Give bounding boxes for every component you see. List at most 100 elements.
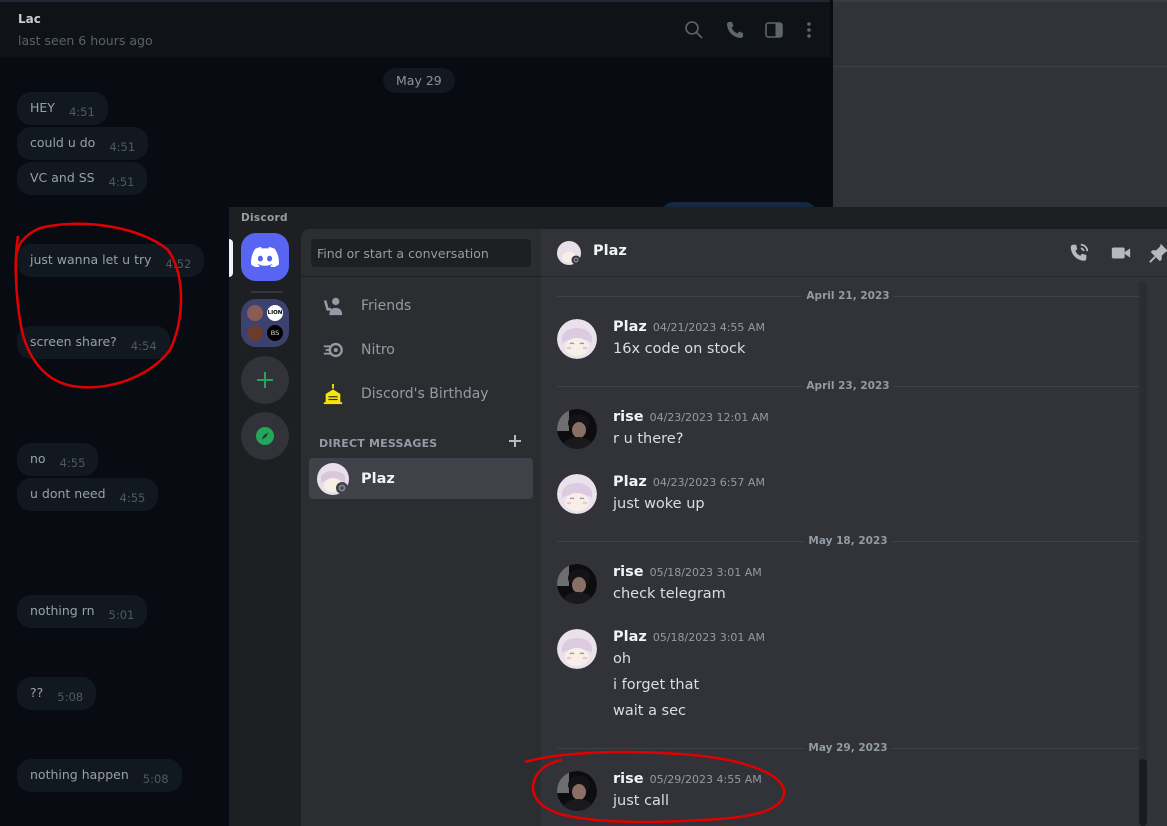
date-divider-label: April 21, 2023 xyxy=(802,290,894,303)
message-text: HEY xyxy=(30,100,55,115)
date-divider: April 21, 2023 xyxy=(557,290,1139,303)
author-name[interactable]: Plaz 04/23/2023 6:57 AM xyxy=(613,474,765,490)
message-bubble[interactable]: screen share? 4:54 xyxy=(17,326,170,359)
message-text: just wanna let u try xyxy=(30,252,152,267)
author-name[interactable]: rise 05/29/2023 4:55 AM xyxy=(613,771,762,787)
chat-header: Plaz xyxy=(541,229,1167,277)
scrollbar-track[interactable] xyxy=(1139,281,1147,826)
message-bubble[interactable]: nothing happen 5:08 xyxy=(17,759,182,792)
compass-icon[interactable] xyxy=(241,412,289,460)
message-timestamp: 04/21/2023 4:55 AM xyxy=(652,321,765,334)
contact-name[interactable]: Lac xyxy=(18,12,41,26)
contact-status: last seen 6 hours ago xyxy=(18,33,153,48)
message-bubble[interactable]: nothing rn 5:01 xyxy=(17,595,148,628)
message-text: no xyxy=(30,451,46,466)
nav-label: Nitro xyxy=(361,342,395,358)
date-divider-label: May 29, 2023 xyxy=(804,742,892,755)
message-text: nothing happen xyxy=(30,767,129,782)
message-text: just woke up xyxy=(613,496,705,512)
window-title: Discord xyxy=(241,212,288,224)
message-time: 4:55 xyxy=(119,491,146,505)
message-timestamp: 04/23/2023 6:57 AM xyxy=(652,476,765,489)
message-bubble[interactable]: ?? 5:08 xyxy=(17,677,97,710)
date-divider-label: May 18, 2023 xyxy=(804,535,892,548)
nav-friends[interactable]: Friends xyxy=(309,285,533,327)
server-icon[interactable] xyxy=(247,305,263,321)
recipient-name[interactable]: Plaz xyxy=(593,243,627,259)
author-avatar[interactable] xyxy=(557,409,597,449)
message-timestamp: 05/18/2023 3:01 AM xyxy=(652,631,765,644)
author-name[interactable]: Plaz 04/21/2023 4:55 AM xyxy=(613,319,765,335)
message-time: 4:51 xyxy=(68,105,95,119)
message-text: just call xyxy=(613,793,669,809)
nav-nitro[interactable]: Nitro xyxy=(309,329,533,371)
message-text: check telegram xyxy=(613,586,726,602)
date-divider: May 18, 2023 xyxy=(557,535,1139,548)
message-text: ?? xyxy=(30,685,44,700)
message-time: 5:08 xyxy=(142,772,169,786)
server-icon[interactable]: LION xyxy=(267,305,283,321)
author-avatar[interactable] xyxy=(557,564,597,604)
search-bar-container xyxy=(301,229,541,277)
author-avatar[interactable] xyxy=(557,771,597,811)
search-input[interactable] xyxy=(311,239,531,267)
message-bubble[interactable]: just wanna let u try 4:52 xyxy=(17,244,205,277)
discord-logo-icon[interactable] xyxy=(241,233,289,281)
message-time: 4:55 xyxy=(59,456,86,470)
nav-discord-birthday[interactable]: Discord's Birthday xyxy=(309,373,533,415)
background-window xyxy=(833,0,1167,207)
message-bubble[interactable]: no 4:55 xyxy=(17,443,99,476)
message-text: wait a sec xyxy=(613,703,687,719)
friends-icon xyxy=(321,294,345,318)
pin-icon[interactable] xyxy=(1148,242,1167,264)
author-name[interactable]: Plaz 05/18/2023 3:01 AM xyxy=(613,629,765,645)
author-name[interactable]: rise 04/23/2023 12:01 AM xyxy=(613,409,769,425)
message-bubble[interactable]: HEY 4:51 xyxy=(17,92,108,125)
chat-panel: Plaz April 21, 2023 Plaz 04/21/2023 4:55 … xyxy=(541,229,1167,826)
message-timestamp: 05/18/2023 3:01 AM xyxy=(649,566,762,579)
plus-icon[interactable] xyxy=(241,356,289,404)
message-text: nothing rn xyxy=(30,603,95,618)
message-bubble[interactable]: VC and SS 4:51 xyxy=(17,162,148,195)
message-time: 4:51 xyxy=(109,140,136,154)
nav-label: Friends xyxy=(361,298,412,314)
author-avatar[interactable] xyxy=(557,319,597,359)
telegram-chat-header: Lac last seen 6 hours ago xyxy=(0,2,833,58)
direct-messages-header: DIRECT MESSAGES xyxy=(319,437,438,450)
voice-call-icon[interactable] xyxy=(1068,242,1090,264)
message-time: 5:01 xyxy=(108,608,135,622)
search-icon[interactable] xyxy=(684,20,704,40)
dm-item-plaz[interactable]: Plaz xyxy=(309,458,533,499)
divider xyxy=(833,66,1167,67)
server-list: LION BS xyxy=(229,229,301,826)
message-text: screen share? xyxy=(30,334,117,349)
more-vertical-icon[interactable] xyxy=(799,20,819,40)
server-icon[interactable] xyxy=(247,325,263,341)
message-text: r u there? xyxy=(613,431,684,447)
create-dm-button[interactable] xyxy=(507,433,523,449)
author-avatar[interactable] xyxy=(557,474,597,514)
date-divider: April 23, 2023 xyxy=(557,380,1139,393)
server-icon[interactable]: BS xyxy=(267,325,283,341)
dm-name: Plaz xyxy=(361,470,395,487)
message-text: VC and SS xyxy=(30,170,95,185)
message-timestamp: 04/23/2023 12:01 AM xyxy=(649,411,769,424)
message-text: oh xyxy=(613,651,632,667)
sidebar-toggle-icon[interactable] xyxy=(764,20,784,40)
separator xyxy=(251,291,283,293)
message-text: 16x code on stock xyxy=(613,341,746,357)
message-text: i forget that xyxy=(613,677,700,693)
author-avatar[interactable] xyxy=(557,629,597,669)
recipient-avatar[interactable] xyxy=(557,241,581,265)
phone-icon[interactable] xyxy=(725,20,745,40)
video-call-icon[interactable] xyxy=(1110,242,1132,264)
author-name[interactable]: rise 05/18/2023 3:01 AM xyxy=(613,564,762,580)
message-timestamp: 05/29/2023 4:55 AM xyxy=(649,773,762,786)
message-bubble[interactable]: could u do 4:51 xyxy=(17,127,149,160)
server-folder[interactable]: LION BS xyxy=(241,299,289,347)
scrollbar-thumb[interactable] xyxy=(1139,759,1147,826)
date-badge: May 29 xyxy=(383,68,455,93)
avatar xyxy=(317,462,349,495)
message-bubble[interactable]: u dont need 4:55 xyxy=(17,478,159,511)
message-time: 4:54 xyxy=(130,339,157,353)
